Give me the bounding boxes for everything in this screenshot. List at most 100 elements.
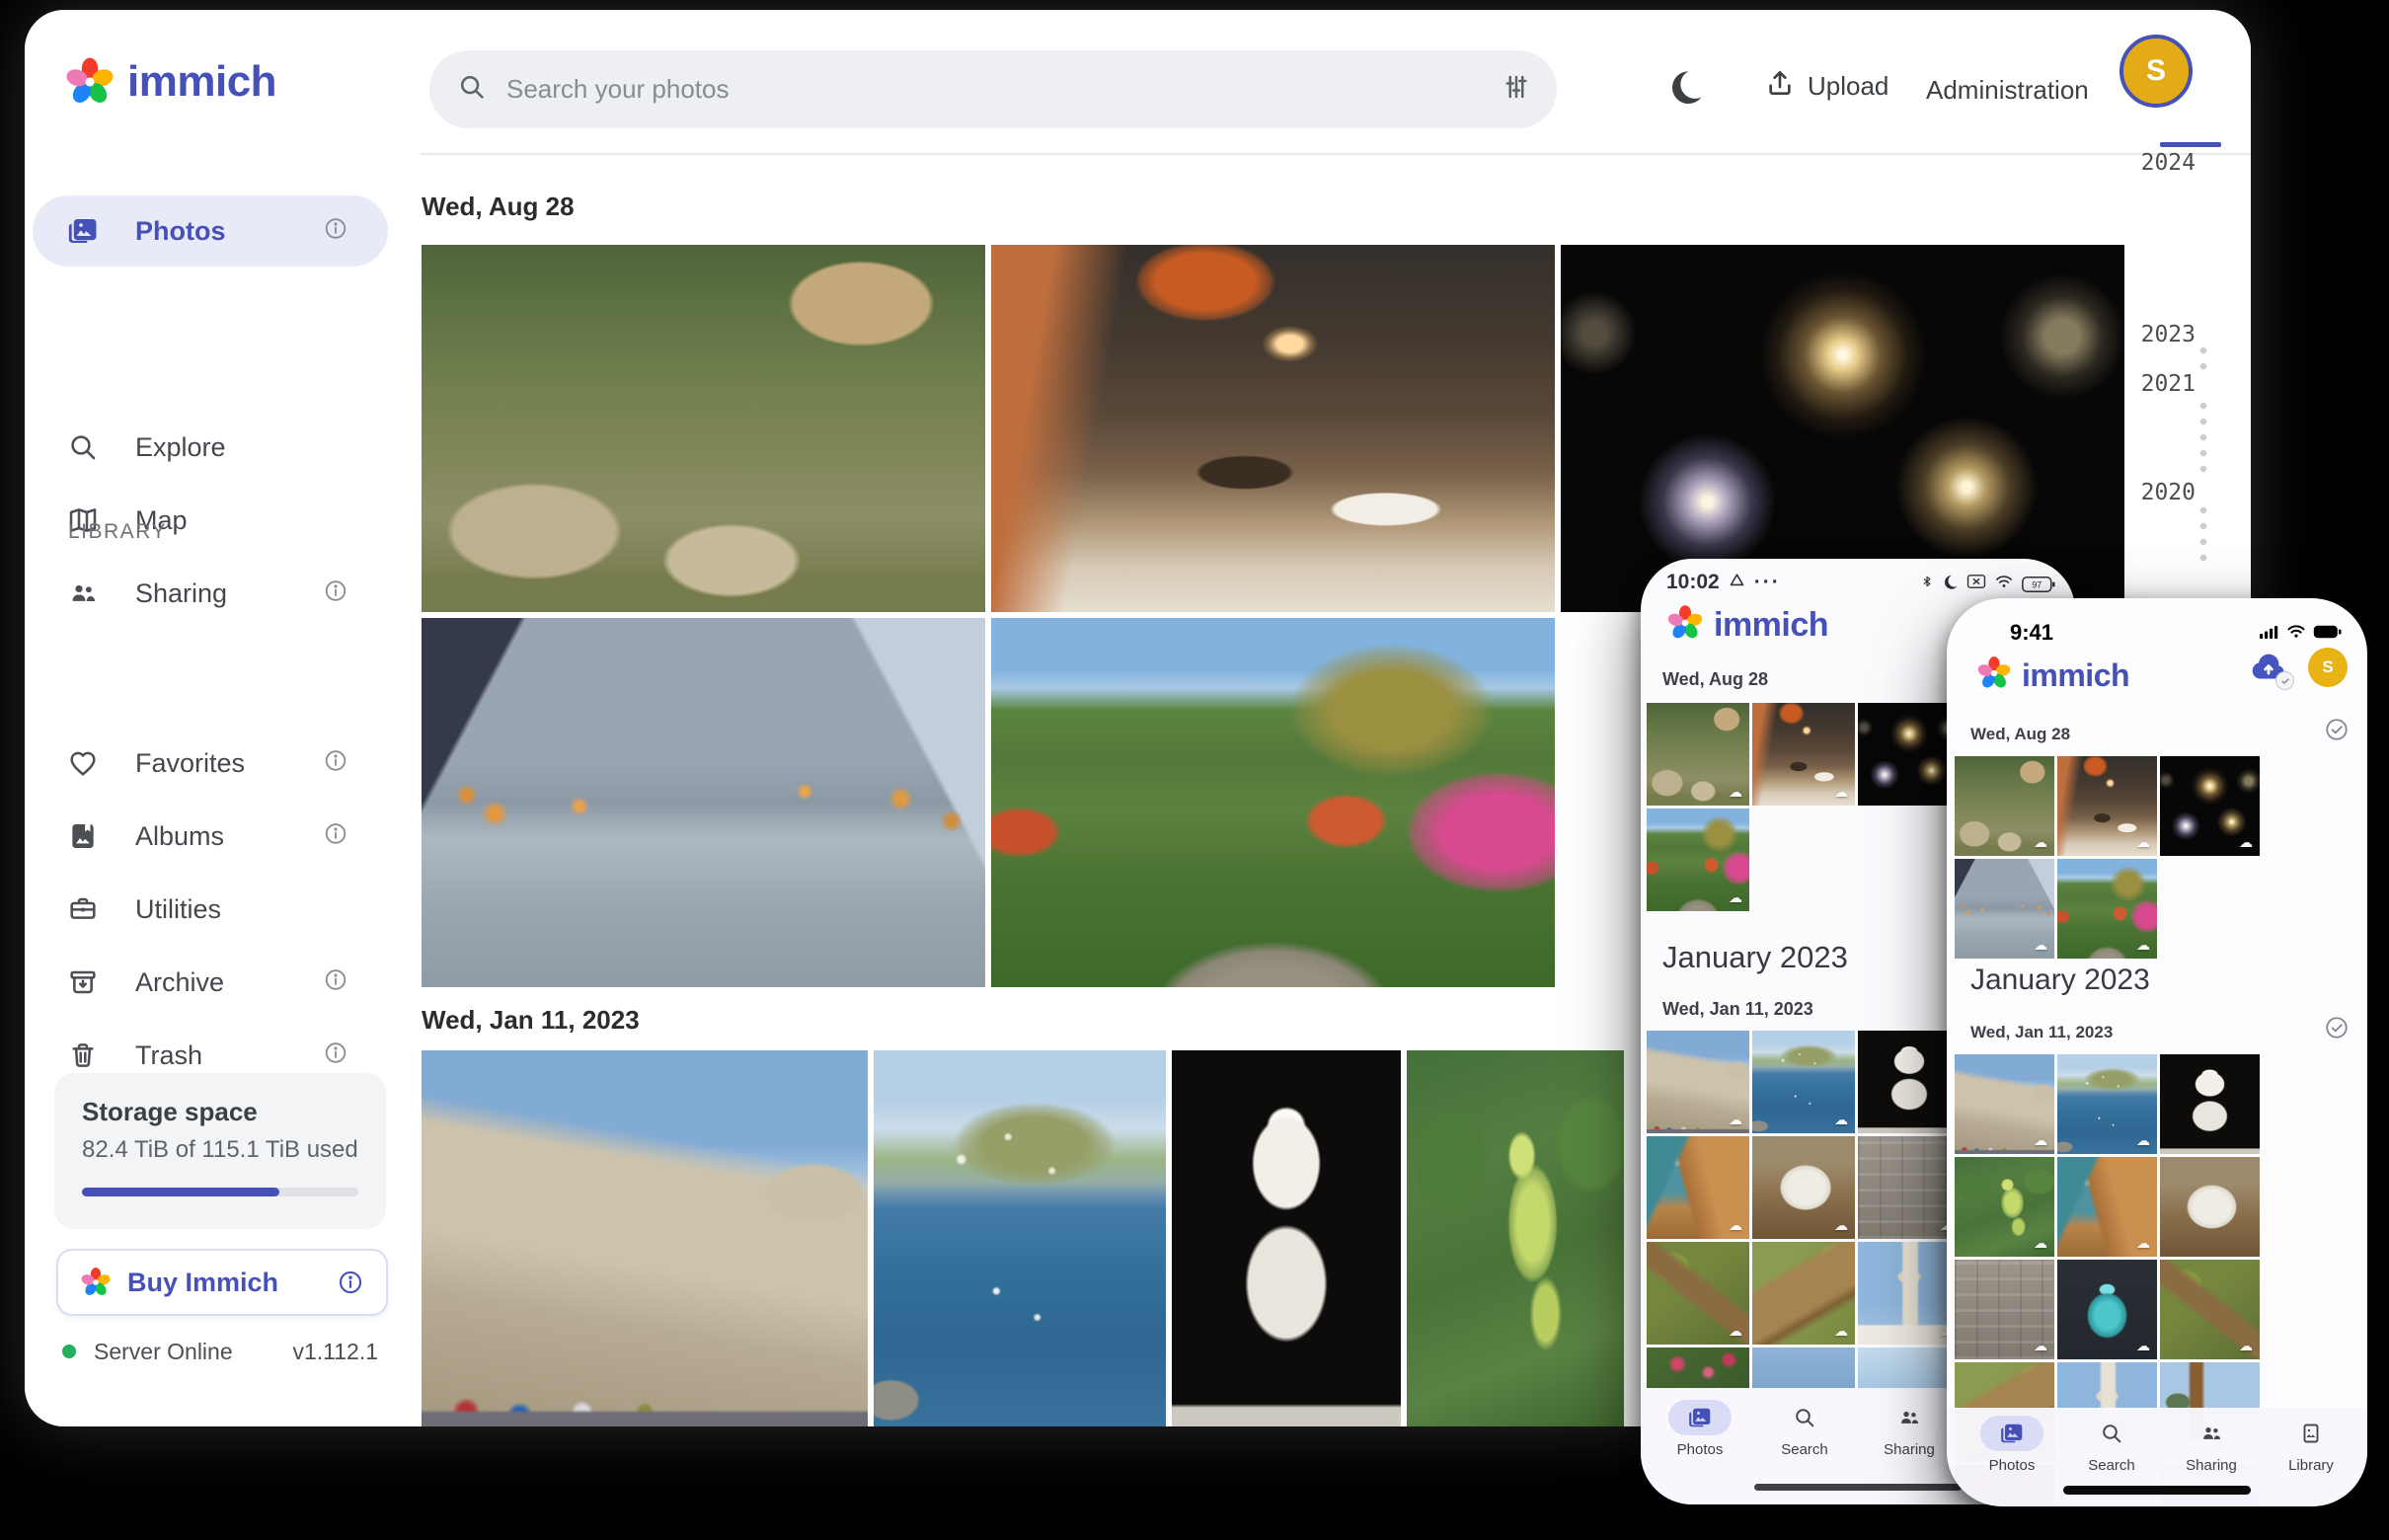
dark-mode-toggle[interactable] bbox=[1665, 67, 1705, 114]
cloud-backup-icon: ☁ bbox=[2136, 835, 2150, 851]
search-filter-icon[interactable] bbox=[1502, 72, 1531, 107]
nav-search[interactable]: Search bbox=[1755, 1400, 1854, 1458]
photo-grid: ☁☁☁☁☁☁☁☁ bbox=[1647, 1031, 1963, 1389]
people-icon bbox=[66, 577, 100, 610]
sidebar-item-albums[interactable]: Albums bbox=[33, 808, 388, 864]
storage-progress bbox=[82, 1188, 358, 1196]
fire-photo[interactable] bbox=[1561, 245, 2124, 612]
dinner-photo[interactable] bbox=[991, 245, 1555, 612]
dinner-photo[interactable]: ☁ bbox=[2057, 756, 2157, 856]
server-online-dot bbox=[62, 1345, 76, 1358]
church-photo[interactable]: ☁ bbox=[1858, 1242, 1961, 1345]
sidebar-item-photos[interactable]: Photos bbox=[33, 195, 388, 267]
cloud-backup-icon: ☁ bbox=[1729, 785, 1742, 801]
cliff-photo[interactable]: ☁ bbox=[2057, 1157, 2157, 1257]
nav-sharing[interactable]: Sharing bbox=[1860, 1400, 1959, 1458]
skypart-photo[interactable] bbox=[1858, 1348, 1961, 1389]
park-photo[interactable] bbox=[991, 618, 1555, 987]
fortress-photo[interactable]: ☁ bbox=[1647, 1031, 1749, 1133]
cloud-backup-icon: ☁ bbox=[1729, 1324, 1742, 1340]
rock-photo[interactable]: ☁ bbox=[1752, 1136, 1855, 1239]
sidebar-item-sharing[interactable]: Sharing bbox=[33, 566, 388, 621]
nav-photos[interactable]: Photos bbox=[1963, 1416, 2061, 1474]
timeline-year-2024[interactable]: 2024 bbox=[2141, 150, 2196, 176]
bluetooth-icon bbox=[1920, 573, 1934, 595]
photo-row bbox=[422, 245, 2124, 612]
zoo-photo[interactable]: ☁ bbox=[1955, 756, 2054, 856]
park-photo[interactable]: ☁ bbox=[2057, 859, 2157, 959]
app-title: immich bbox=[2022, 657, 2129, 694]
battery-icon: 97 bbox=[2022, 576, 2055, 593]
lizbig-photo[interactable]: ☁ bbox=[1752, 1242, 1855, 1345]
immich-logo: immich bbox=[1976, 655, 2129, 696]
immich-flower-icon bbox=[80, 1267, 112, 1298]
info-icon[interactable] bbox=[323, 578, 348, 609]
nav-photos[interactable]: Photos bbox=[1651, 1400, 1749, 1458]
hands-photo[interactable] bbox=[422, 618, 985, 987]
bust-photo[interactable] bbox=[2160, 1054, 2260, 1154]
sidebar-item-favorites[interactable]: Favorites bbox=[33, 735, 388, 791]
lizmoss-photo[interactable]: ☁ bbox=[2160, 1260, 2260, 1359]
bust-photo[interactable] bbox=[1858, 1031, 1961, 1133]
sidebar-item-utilities[interactable]: Utilities bbox=[33, 882, 388, 937]
sidebar-item-explore[interactable]: Explore bbox=[33, 420, 388, 475]
cloud-backup-icon: ☁ bbox=[2136, 1133, 2150, 1149]
cloud-backup-icon: ☁ bbox=[2136, 1236, 2150, 1252]
fire-photo[interactable] bbox=[1858, 703, 1961, 806]
user-avatar[interactable]: S bbox=[2308, 648, 2348, 687]
cloud-backup-icon: ☁ bbox=[1729, 1113, 1742, 1128]
timeline-year-2020[interactable]: 2020 bbox=[2141, 480, 2196, 505]
grapes-photo[interactable]: ☁ bbox=[1955, 1157, 2054, 1257]
search-bar[interactable] bbox=[429, 50, 1557, 128]
cloud-backup-icon: ☁ bbox=[1729, 1218, 1742, 1234]
cloud-sync-icon[interactable] bbox=[2249, 652, 2288, 685]
lizmoss-photo[interactable]: ☁ bbox=[1647, 1242, 1749, 1345]
coast-photo[interactable]: ☁ bbox=[2057, 1054, 2157, 1154]
info-icon[interactable] bbox=[323, 821, 348, 852]
status-bar-time: 9:41 bbox=[2010, 620, 2053, 646]
teal-photo[interactable]: ☁ bbox=[2057, 1260, 2157, 1359]
wall-photo[interactable]: ☁ bbox=[1858, 1136, 1961, 1239]
search-input[interactable] bbox=[504, 73, 1502, 106]
info-icon[interactable] bbox=[323, 748, 348, 779]
grapes-photo[interactable] bbox=[1407, 1050, 1624, 1426]
info-icon[interactable] bbox=[323, 1040, 348, 1071]
cliff-photo[interactable]: ☁ bbox=[1647, 1136, 1749, 1239]
date-header: Wed, Jan 11, 2023 bbox=[1662, 999, 1813, 1020]
coast-photo[interactable]: ☁ bbox=[1752, 1031, 1855, 1133]
fortress-photo[interactable] bbox=[422, 1050, 868, 1426]
buy-immich-button[interactable]: Buy Immich bbox=[56, 1249, 388, 1316]
hands-photo[interactable]: ☁ bbox=[1955, 859, 2054, 959]
sidebar-item-archive[interactable]: Archive bbox=[33, 955, 388, 1010]
rock-photo[interactable] bbox=[2160, 1157, 2260, 1257]
fortress-photo[interactable]: ☁ bbox=[1955, 1054, 2054, 1154]
zoo-photo[interactable] bbox=[422, 245, 985, 612]
cloud-backup-icon: ☁ bbox=[2239, 835, 2253, 851]
info-icon[interactable] bbox=[323, 216, 348, 247]
nav-library[interactable]: Library bbox=[2262, 1416, 2360, 1474]
coast-photo[interactable] bbox=[874, 1050, 1166, 1426]
select-all-check-icon[interactable] bbox=[2324, 1015, 2350, 1045]
nav-search[interactable]: Search bbox=[2062, 1416, 2161, 1474]
park-photo[interactable]: ☁ bbox=[1647, 808, 1749, 911]
wall-photo[interactable]: ☁ bbox=[1955, 1260, 2054, 1359]
bluepart-photo[interactable] bbox=[1752, 1348, 1855, 1389]
fire-photo[interactable]: ☁ bbox=[2160, 756, 2260, 856]
zoo-photo[interactable]: ☁ bbox=[1647, 703, 1749, 806]
dinner-photo[interactable]: ☁ bbox=[1752, 703, 1855, 806]
upload-button[interactable]: Upload bbox=[1752, 67, 1888, 106]
photo-grid: ☁☁☁☁☁ bbox=[1955, 756, 2361, 959]
timeline-year-2021[interactable]: 2021 bbox=[2141, 371, 2196, 397]
flowerpart-photo[interactable] bbox=[1647, 1348, 1749, 1389]
info-icon[interactable] bbox=[337, 1269, 364, 1296]
immich-logo[interactable]: immich bbox=[64, 56, 276, 108]
user-avatar[interactable]: S bbox=[2119, 35, 2193, 108]
select-all-check-icon[interactable] bbox=[2324, 717, 2350, 747]
timeline-year-2023[interactable]: 2023 bbox=[2141, 322, 2196, 347]
nav-sharing[interactable]: Sharing bbox=[2162, 1416, 2261, 1474]
immich-flower-icon bbox=[64, 56, 116, 108]
bust-photo[interactable] bbox=[1172, 1050, 1401, 1426]
info-icon[interactable] bbox=[323, 967, 348, 998]
storage-usage: 82.4 TiB of 115.1 TiB used bbox=[82, 1136, 358, 1164]
administration-link[interactable]: Administration bbox=[1926, 75, 2089, 106]
